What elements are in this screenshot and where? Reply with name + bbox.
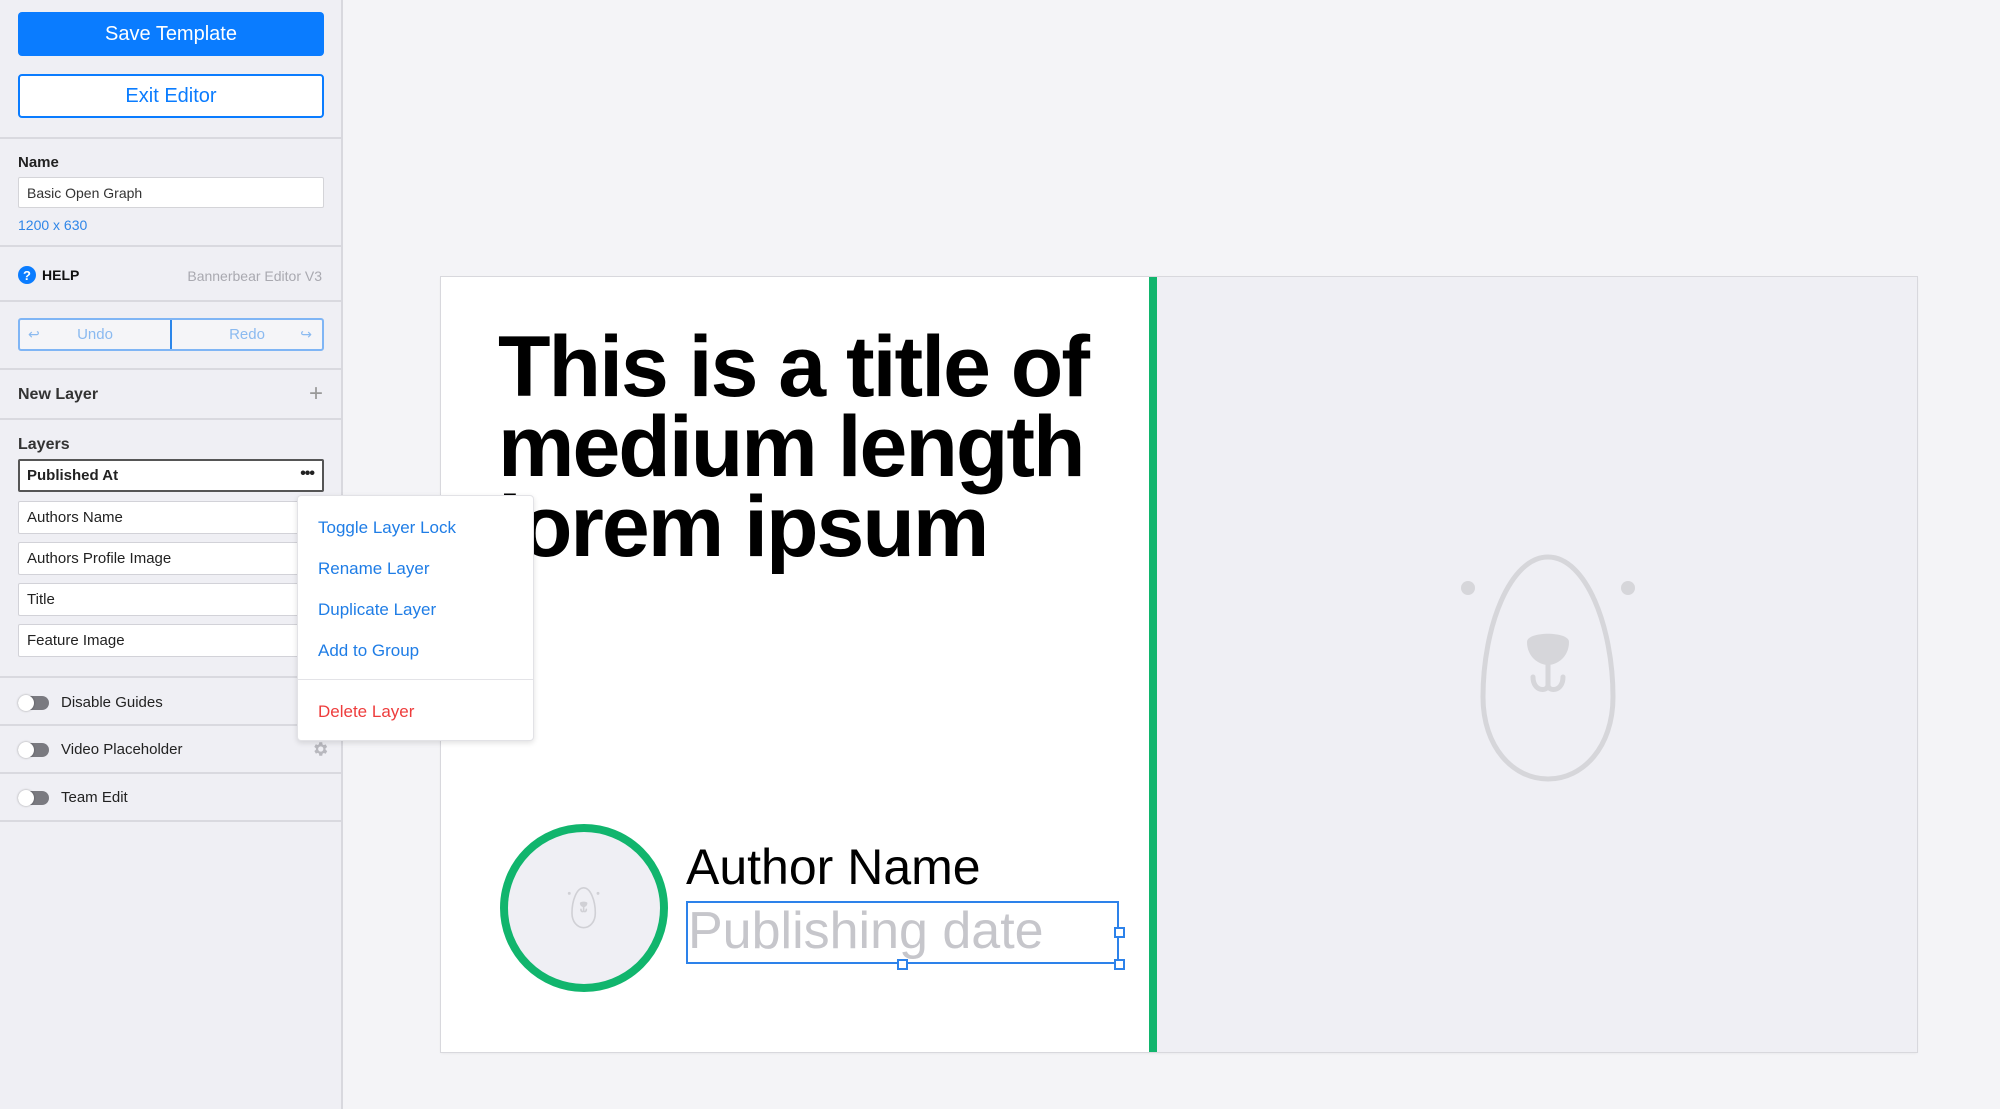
team-edit-label: Team Edit bbox=[61, 789, 128, 806]
help-link[interactable]: ? HELP bbox=[18, 266, 79, 284]
video-placeholder-toggle[interactable] bbox=[18, 741, 49, 758]
sidebar: Save Template Exit Editor Name 1200 x 63… bbox=[0, 0, 343, 1109]
layer-item-authors-name[interactable]: Authors Name bbox=[18, 501, 324, 534]
redo-icon: ↪ bbox=[300, 326, 312, 342]
menu-item-toggle-layer-lock[interactable]: Toggle Layer Lock bbox=[318, 518, 456, 538]
redo-label: Redo bbox=[229, 326, 265, 343]
team-edit-toggle[interactable] bbox=[18, 789, 49, 806]
exit-editor-button[interactable]: Exit Editor bbox=[18, 74, 324, 118]
gear-icon[interactable] bbox=[311, 740, 329, 758]
resize-handle-right[interactable] bbox=[1114, 927, 1125, 938]
new-layer-label[interactable]: New Layer bbox=[18, 386, 98, 404]
title-line: medium length bbox=[498, 399, 1086, 495]
actions-section: Save Template Exit Editor bbox=[0, 0, 341, 139]
undo-label: Undo bbox=[77, 326, 113, 343]
resize-handle-bottom[interactable] bbox=[897, 959, 908, 970]
undo-icon: ↩ bbox=[28, 326, 40, 342]
bear-face-icon bbox=[1461, 554, 1635, 782]
template-size: 1200 x 630 bbox=[18, 217, 88, 233]
layer-label: Title bbox=[27, 591, 55, 608]
menu-divider bbox=[298, 679, 533, 680]
resize-handle-bottom-right[interactable] bbox=[1114, 959, 1125, 970]
bear-avatar-icon bbox=[567, 886, 600, 929]
save-template-button[interactable]: Save Template bbox=[18, 12, 324, 56]
menu-item-duplicate-layer[interactable]: Duplicate Layer bbox=[318, 600, 436, 620]
disable-guides-toggle[interactable] bbox=[18, 694, 49, 711]
layer-label: Published At bbox=[27, 467, 119, 484]
layer-label: Feature Image bbox=[27, 632, 125, 649]
layer-item-title[interactable]: Title bbox=[18, 583, 324, 616]
publishing-date-layer[interactable]: Publishing date bbox=[686, 901, 1119, 964]
layer-label: Authors Profile Image bbox=[27, 550, 172, 567]
layer-context-menu: Toggle Layer Lock Rename Layer Duplicate… bbox=[297, 495, 534, 741]
help-icon: ? bbox=[18, 266, 36, 284]
publishing-date-text: Publishing date bbox=[688, 902, 1044, 960]
accent-divider bbox=[1149, 277, 1157, 1052]
redo-button[interactable]: Redo ↪ bbox=[172, 320, 322, 349]
video-placeholder-row: Video Placeholder bbox=[18, 741, 182, 758]
menu-item-rename-layer[interactable]: Rename Layer bbox=[318, 559, 430, 579]
help-label: HELP bbox=[42, 267, 80, 283]
video-placeholder-label: Video Placeholder bbox=[61, 741, 183, 758]
name-label: Name bbox=[18, 154, 59, 171]
menu-item-add-to-group[interactable]: Add to Group bbox=[318, 641, 419, 661]
layer-item-published-at[interactable]: Published At ••• bbox=[18, 459, 324, 492]
title-line: lorem ipsum bbox=[498, 479, 989, 575]
layer-item-authors-profile-image[interactable]: Authors Profile Image bbox=[18, 542, 324, 575]
layer-label: Authors Name bbox=[27, 509, 123, 526]
layers-label: Layers bbox=[18, 436, 70, 453]
undo-button[interactable]: ↩ Undo bbox=[20, 320, 172, 349]
undo-redo-group: ↩ Undo Redo ↪ bbox=[18, 318, 324, 351]
template-name-input[interactable] bbox=[18, 177, 324, 208]
title-line: This is a title of bbox=[498, 319, 1090, 415]
author-profile-image-layer[interactable] bbox=[500, 824, 668, 992]
author-name-layer[interactable]: Author Name bbox=[686, 837, 981, 897]
menu-item-delete-layer[interactable]: Delete Layer bbox=[318, 702, 414, 722]
plus-icon[interactable]: + bbox=[309, 380, 323, 408]
editor-version: Bannerbear Editor V3 bbox=[187, 268, 322, 284]
title-layer[interactable]: This is a title of medium length lorem i… bbox=[498, 319, 1118, 575]
disable-guides-label: Disable Guides bbox=[61, 694, 163, 711]
design-canvas[interactable]: This is a title of medium length lorem i… bbox=[441, 277, 1917, 1052]
more-options-icon[interactable]: ••• bbox=[300, 465, 315, 483]
team-edit-row: Team Edit bbox=[18, 789, 128, 806]
disable-guides-row: Disable Guides bbox=[18, 694, 163, 711]
layer-item-feature-image[interactable]: Feature Image bbox=[18, 624, 324, 657]
